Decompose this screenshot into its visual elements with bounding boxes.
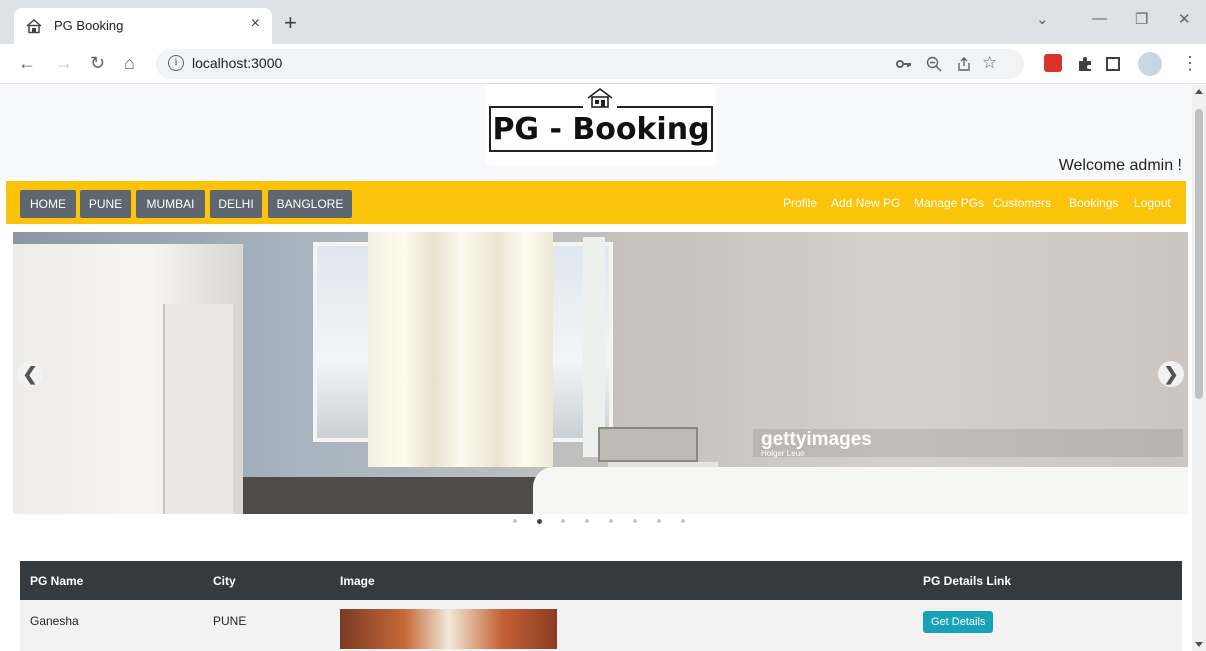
back-icon[interactable]: ← xyxy=(18,52,36,74)
extension-icon[interactable] xyxy=(1044,54,1062,72)
nav-home-button[interactable]: HOME xyxy=(20,190,76,218)
photo-curtain xyxy=(368,232,553,467)
pg-table: PG Name City Image PG Details Link Ganes… xyxy=(20,561,1182,651)
side-panel-icon[interactable] xyxy=(1106,57,1120,71)
tab-title: PG Booking xyxy=(54,18,124,33)
carousel-prev-button[interactable]: ❮ xyxy=(17,361,43,387)
scroll-down-icon[interactable] xyxy=(1195,642,1203,647)
site-info-icon[interactable]: i xyxy=(168,55,184,71)
photo-wardrobe xyxy=(13,244,243,514)
key-icon[interactable] xyxy=(896,58,912,70)
pg-name-cell: Ganesha xyxy=(20,600,203,651)
tab-search-icon[interactable]: ⌄ xyxy=(1036,10,1049,28)
nav-banglore-button[interactable]: BANGLORE xyxy=(268,190,352,218)
image-carousel: gettyimages Holger Leue ❮ ❯ xyxy=(13,232,1188,514)
pg-city-cell: PUNE xyxy=(203,600,330,651)
menu-kebab-icon[interactable]: ⋮ xyxy=(1181,52,1199,74)
minimize-icon[interactable]: — xyxy=(1092,10,1107,27)
tab-strip: PG Booking × + ⌄ — ❐ ✕ xyxy=(0,0,1206,44)
nav-bookings-link[interactable]: Bookings xyxy=(1069,196,1118,210)
carousel-indicator-dot[interactable] xyxy=(609,519,613,523)
main-navbar: HOME PUNE MUMBAI DELHI BANGLORE Profile … xyxy=(6,181,1186,224)
carousel-indicator-dot[interactable] xyxy=(513,519,517,523)
new-tab-button[interactable]: + xyxy=(284,12,297,34)
zoom-icon[interactable] xyxy=(926,56,942,72)
welcome-text: Welcome admin ! xyxy=(1058,157,1182,174)
nav-logout-link[interactable]: Logout xyxy=(1134,196,1171,210)
share-icon[interactable] xyxy=(956,56,972,72)
scroll-thumb[interactable] xyxy=(1195,109,1203,399)
nav-add-new-pg-link[interactable]: Add New PG xyxy=(831,196,900,210)
watermark-text: gettyimages xyxy=(761,429,872,450)
watermark-credit: Holger Leue xyxy=(761,449,805,458)
avatar[interactable] xyxy=(1138,52,1162,76)
close-window-icon[interactable]: ✕ xyxy=(1178,10,1191,28)
page-content: PG - Booking Welcome admin ! HOME PUNE M… xyxy=(0,85,1192,651)
forward-icon[interactable]: → xyxy=(55,52,73,74)
table-header-row: PG Name City Image PG Details Link xyxy=(20,561,1182,600)
carousel-indicator-dot[interactable] xyxy=(561,519,565,523)
table-row: Ganesha PUNE Get Details xyxy=(20,600,1182,651)
col-city: City xyxy=(203,561,330,600)
carousel-indicator-dot[interactable] xyxy=(681,519,685,523)
getty-watermark: gettyimages Holger Leue xyxy=(753,429,1183,458)
carousel-indicator-dot[interactable] xyxy=(633,519,637,523)
logo-frame: PG - Booking xyxy=(489,106,713,152)
scroll-up-icon[interactable] xyxy=(1195,89,1203,94)
address-bar[interactable]: i localhost:3000 ☆ xyxy=(156,49,1024,79)
pg-thumbnail xyxy=(340,609,557,649)
tab-close-icon[interactable]: × xyxy=(251,15,260,33)
house-logo-icon xyxy=(583,87,617,109)
page-scrollbar[interactable] xyxy=(1192,85,1206,651)
site-logo[interactable]: PG - Booking xyxy=(486,85,716,165)
logo-text: PG - Booking xyxy=(492,112,710,147)
home-favicon-icon xyxy=(26,19,42,34)
photo-tv xyxy=(598,427,698,462)
col-image: Image xyxy=(330,561,913,600)
nav-mumbai-button[interactable]: MUMBAI xyxy=(136,190,205,218)
photo-curtain-right xyxy=(583,237,605,457)
nav-customers-link[interactable]: Customers xyxy=(993,196,1051,210)
col-details-link: PG Details Link xyxy=(913,561,1182,600)
carousel-indicator-dot[interactable] xyxy=(585,519,589,523)
restore-icon[interactable]: ❐ xyxy=(1135,10,1148,28)
nav-delhi-button[interactable]: DELHI xyxy=(210,190,262,218)
carousel-next-button[interactable]: ❯ xyxy=(1158,361,1184,387)
browser-toolbar: ← → ↻ ⌂ i localhost:3000 ☆ ⋮ xyxy=(0,44,1206,84)
col-pg-name: PG Name xyxy=(20,561,203,600)
nav-profile-link[interactable]: Profile xyxy=(783,196,817,210)
site-header: PG - Booking Welcome admin ! xyxy=(0,85,1192,181)
photo-wardrobe-door xyxy=(163,304,233,514)
get-details-button[interactable]: Get Details xyxy=(923,611,994,633)
photo-bed xyxy=(533,467,1188,514)
carousel-indicator-dot[interactable] xyxy=(657,519,661,523)
address-url[interactable]: localhost:3000 xyxy=(192,55,282,71)
home-icon[interactable]: ⌂ xyxy=(124,52,135,74)
pg-image-cell xyxy=(330,600,913,651)
nav-pune-button[interactable]: PUNE xyxy=(80,190,131,218)
reload-icon[interactable]: ↻ xyxy=(90,52,105,74)
browser-tab[interactable]: PG Booking × xyxy=(14,8,272,44)
bookmark-star-icon[interactable]: ☆ xyxy=(982,53,997,73)
nav-manage-pgs-link[interactable]: Manage PGs xyxy=(914,196,984,210)
pg-details-cell: Get Details xyxy=(913,600,1182,651)
carousel-indicator-dot[interactable] xyxy=(537,519,542,524)
puzzle-icon[interactable] xyxy=(1077,56,1093,72)
